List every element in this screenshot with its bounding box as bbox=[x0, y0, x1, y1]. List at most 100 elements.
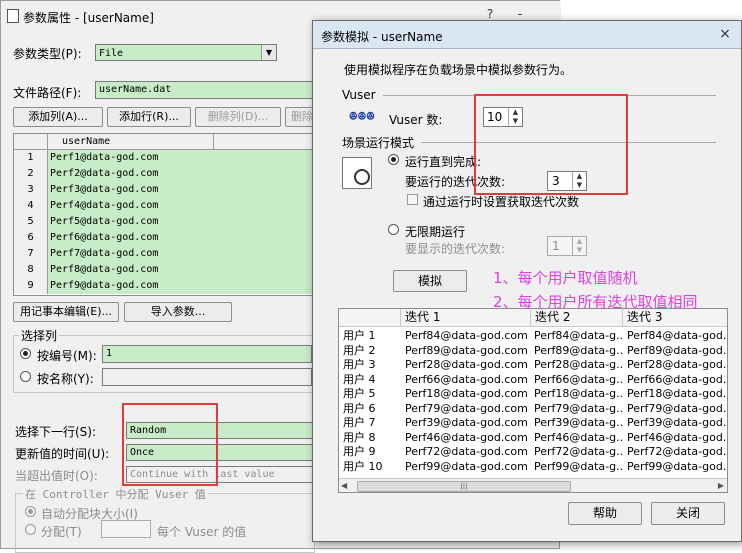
data-grid[interactable]: userName 1 Perf1@data-god.com 2 Perf2@data-… bbox=[13, 133, 318, 296]
user-label: 用户 3 bbox=[343, 358, 376, 371]
add-column-button[interactable]: 添加列(A)... bbox=[13, 107, 103, 127]
table-cell[interactable]: Perf4@data-god.com bbox=[48, 198, 317, 214]
by-number-radio[interactable] bbox=[20, 348, 31, 359]
table-cell: Perf79@data-g... bbox=[534, 401, 622, 415]
by-name-label: 按名称(Y): bbox=[37, 372, 94, 386]
table-cell: Perf18@data-god.cc bbox=[627, 387, 728, 400]
table-cell: Perf84@data-g... bbox=[534, 329, 622, 342]
delete-column-button[interactable]: 删除列(D)... bbox=[195, 107, 281, 127]
table-cell: Perf79@data-god.cc bbox=[627, 401, 728, 415]
table-cell: Perf99@data-god.cc bbox=[627, 459, 728, 473]
by-name-radio[interactable] bbox=[20, 371, 31, 382]
simulation-results-table[interactable]: 迭代 1 迭代 2 迭代 3 用户 1 Perf84@data-god.com Pe… bbox=[338, 308, 728, 493]
table-cell[interactable]: Perf2@data-god.com bbox=[48, 166, 317, 182]
table-cell[interactable]: Perf9@data-god.com bbox=[48, 278, 317, 294]
table-cell: Perf18@data-god.com bbox=[405, 387, 528, 400]
scroll-left-icon[interactable]: ◀ bbox=[341, 481, 347, 490]
run-indefinitely-radio[interactable] bbox=[388, 224, 399, 235]
param-type-label: 参数类型(P): bbox=[13, 47, 82, 61]
alloc-label: 分配(T) bbox=[41, 525, 82, 539]
scenario-mode-title: 场景运行模式 bbox=[342, 136, 415, 150]
table-row[interactable]: 7 Perf7@data-god.com bbox=[14, 246, 317, 262]
parameter-simulation-dialog: 参数模拟 - userName × 使用模拟程序在负载场景中模拟参数行为。 Vu… bbox=[312, 20, 742, 542]
import-parameter-button[interactable]: 导入参数... bbox=[124, 302, 232, 322]
table-row[interactable]: 6 Perf6@data-god.com bbox=[14, 230, 317, 246]
table-cell: Perf66@data-g... bbox=[534, 372, 622, 386]
table-cell[interactable]: Perf1@data-god.com bbox=[48, 150, 317, 166]
row-number: 8 bbox=[14, 262, 48, 278]
grid-column-header[interactable]: userName bbox=[48, 134, 214, 150]
simulate-button[interactable]: 模拟 bbox=[393, 270, 467, 292]
table-row[interactable]: 1 Perf1@data-god.com bbox=[14, 150, 317, 166]
runtime-settings-checkbox[interactable] bbox=[407, 194, 418, 205]
table-row[interactable]: 4 Perf4@data-god.com bbox=[14, 198, 317, 214]
display-iterations-label: 要显示的迭代次数: bbox=[405, 242, 506, 256]
table-cell[interactable]: Perf5@data-god.com bbox=[48, 214, 317, 230]
select-next-row-label: 选择下一行(S): bbox=[15, 425, 97, 439]
alloc-input[interactable] bbox=[101, 520, 151, 538]
table-cell: Perf89@data-g... bbox=[534, 343, 622, 357]
annotation-random: 1、每个用户取值随机 bbox=[493, 269, 638, 287]
spinner-arrows-icon[interactable]: ▲ ▼ bbox=[572, 237, 586, 255]
table-row[interactable]: 2 Perf2@data-god.com bbox=[14, 166, 317, 182]
user-label: 用户 7 bbox=[343, 416, 376, 429]
run-until-complete-label: 运行直到完成: bbox=[405, 155, 482, 169]
alloc-radio[interactable] bbox=[25, 524, 36, 535]
edit-with-notepad-button[interactable]: 用记事本编辑(E)... bbox=[13, 302, 119, 322]
user-label: 用户 6 bbox=[343, 401, 376, 415]
user-label: 用户 2 bbox=[343, 343, 376, 357]
chevron-down-icon[interactable]: ▼ bbox=[261, 45, 276, 60]
horizontal-scrollbar[interactable]: ◀ ||| ▶ bbox=[339, 478, 727, 492]
table-cell: Perf89@data-god.com bbox=[405, 343, 528, 357]
by-name-input[interactable] bbox=[102, 368, 312, 386]
table-cell: Perf84@data-god.cc bbox=[627, 329, 728, 342]
scrollbar-thumb[interactable]: ||| bbox=[357, 481, 571, 492]
table-cell[interactable]: Perf8@data-god.com bbox=[48, 262, 317, 278]
add-row-button[interactable]: 添加行(R)... bbox=[107, 107, 191, 127]
table-row[interactable]: 9 Perf9@data-god.com bbox=[14, 278, 317, 294]
param-type-select[interactable]: File ▼ bbox=[95, 44, 277, 61]
dialog-title: 参数模拟 - userName bbox=[321, 30, 443, 44]
help-button[interactable]: 帮助 bbox=[568, 502, 642, 525]
table-row[interactable]: 5 Perf5@data-god.com bbox=[14, 214, 317, 230]
file-path-input[interactable]: userName.dat bbox=[95, 81, 320, 99]
close-icon[interactable]: × bbox=[715, 25, 735, 43]
user-label: 用户 9 bbox=[343, 445, 376, 458]
table-cell[interactable]: Perf3@data-god.com bbox=[48, 182, 317, 198]
table-cell: Perf28@data-g... bbox=[534, 358, 622, 371]
results-corner-header bbox=[339, 309, 401, 327]
user-label: 用户 4 bbox=[343, 372, 376, 386]
table-cell: Perf72@data-god.com bbox=[405, 445, 528, 458]
table-cell: Perf39@data-god.com bbox=[405, 416, 528, 429]
table-row[interactable]: 3 Perf3@data-god.com bbox=[14, 182, 317, 198]
table-cell[interactable]: Perf6@data-god.com bbox=[48, 230, 317, 246]
row-number: 3 bbox=[14, 182, 48, 198]
table-cell: Perf72@data-g... bbox=[534, 445, 622, 458]
window-title: 参数属性 - [userName] bbox=[23, 11, 154, 25]
display-iterations-spinner[interactable]: 1 ▲ ▼ bbox=[547, 236, 587, 256]
row-number: 5 bbox=[14, 214, 48, 230]
grid-corner bbox=[14, 134, 48, 150]
close-button[interactable]: 关闭 bbox=[651, 502, 725, 525]
by-number-label: 按编号(M): bbox=[37, 349, 97, 363]
table-cell: Perf46@data-god.com bbox=[405, 430, 528, 444]
table-cell: Perf46@data-g... bbox=[534, 430, 622, 444]
dialog-titlebar: 参数模拟 - userName × bbox=[313, 21, 741, 49]
table-cell: Perf84@data-god.com bbox=[405, 329, 528, 342]
table-cell[interactable]: Perf7@data-god.com bbox=[48, 246, 317, 262]
scroll-right-icon[interactable]: ▶ bbox=[718, 481, 724, 490]
by-number-input[interactable]: 1 bbox=[102, 345, 312, 363]
row-number: 6 bbox=[14, 230, 48, 246]
run-until-complete-radio[interactable] bbox=[388, 154, 399, 165]
auto-alloc-radio[interactable] bbox=[25, 506, 36, 517]
user-label: 用户 5 bbox=[343, 387, 376, 400]
table-cell: Perf89@data-god.cc bbox=[627, 343, 728, 357]
row-number: 7 bbox=[14, 246, 48, 262]
table-cell: Perf28@data-god.com bbox=[405, 358, 528, 371]
annotation-same-value: 2、每个用户所有迭代取值相同 bbox=[493, 293, 698, 311]
table-row[interactable]: 8 Perf8@data-god.com bbox=[14, 262, 317, 278]
display-iterations-value: 1 bbox=[552, 239, 560, 253]
document-icon bbox=[7, 9, 19, 23]
table-cell: Perf99@data-god.com bbox=[405, 459, 528, 473]
param-type-value: File bbox=[99, 48, 124, 59]
